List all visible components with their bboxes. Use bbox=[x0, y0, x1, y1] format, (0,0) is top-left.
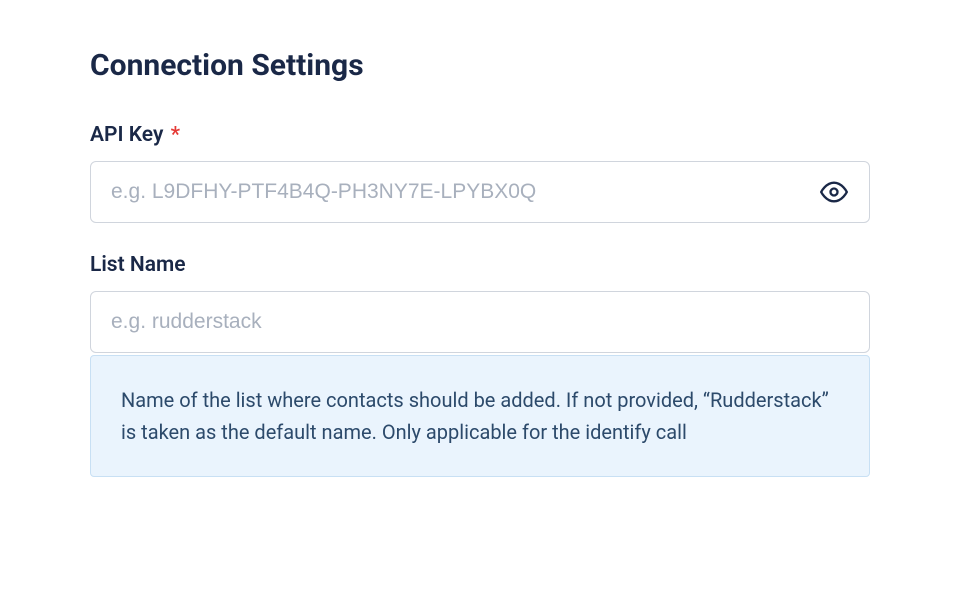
list-name-help-text: Name of the list where contacts should b… bbox=[90, 355, 870, 477]
api-key-input[interactable] bbox=[90, 161, 870, 223]
required-asterisk: * bbox=[171, 123, 180, 147]
api-key-field-group: API Key * bbox=[90, 123, 870, 223]
list-name-label: List Name bbox=[90, 253, 870, 277]
list-name-label-text: List Name bbox=[90, 253, 186, 277]
api-key-label: API Key * bbox=[90, 123, 870, 147]
list-name-field-group: List Name Name of the list where contact… bbox=[90, 253, 870, 477]
toggle-visibility-button[interactable] bbox=[816, 174, 852, 210]
api-key-input-wrapper bbox=[90, 161, 870, 223]
api-key-label-text: API Key bbox=[90, 123, 163, 147]
list-name-input[interactable] bbox=[90, 291, 870, 353]
eye-icon bbox=[820, 178, 848, 206]
list-name-input-wrapper bbox=[90, 291, 870, 353]
page-title: Connection Settings bbox=[90, 48, 870, 83]
